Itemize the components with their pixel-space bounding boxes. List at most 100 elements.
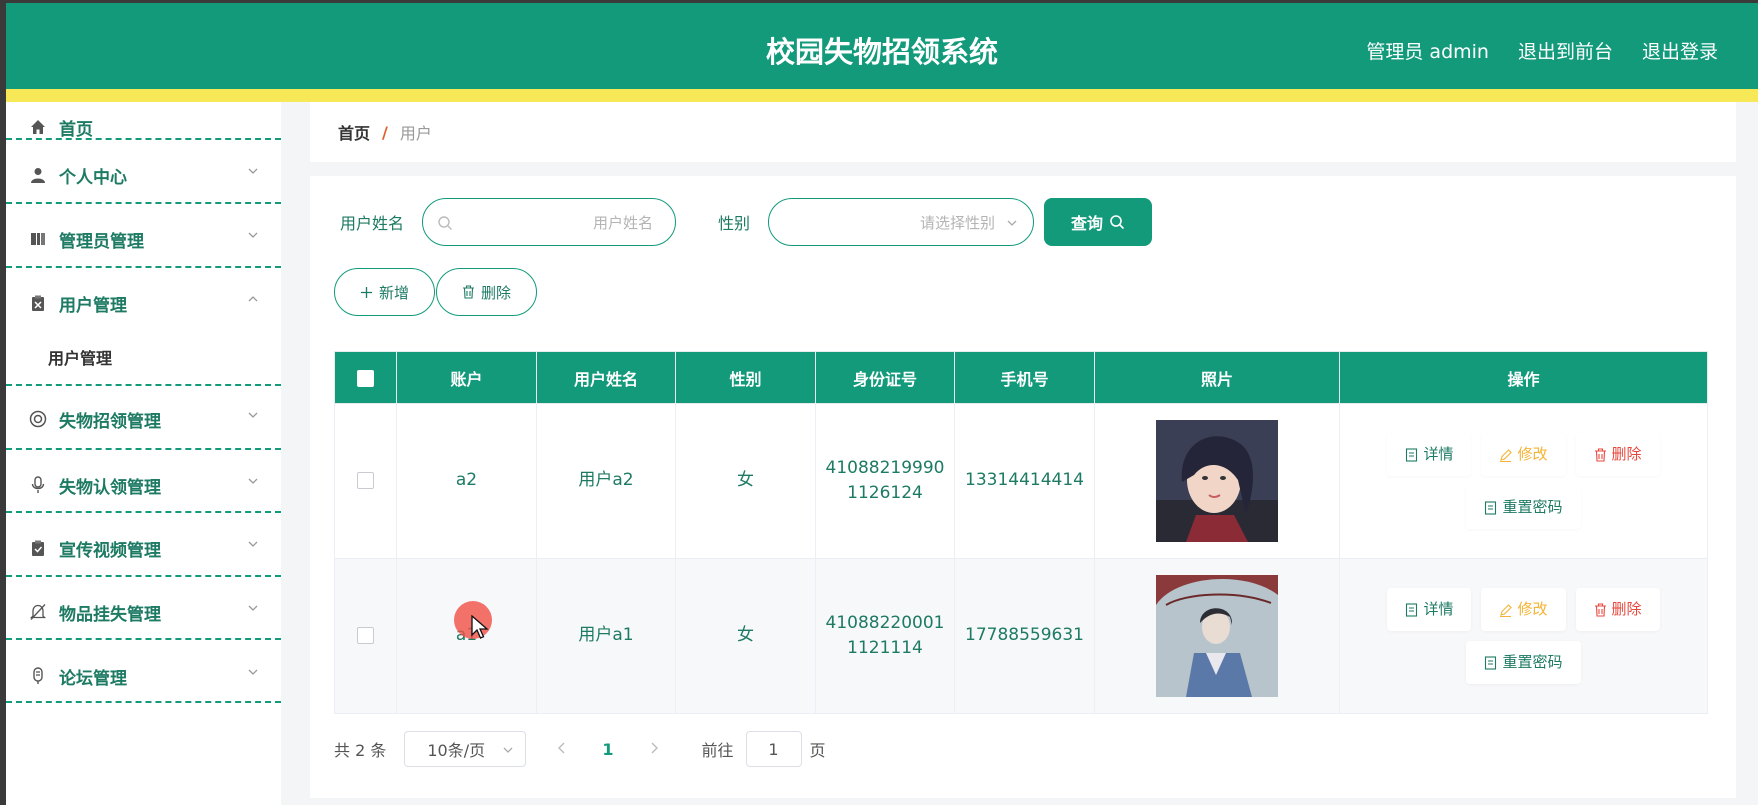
row-select-cell[interactable] — [334, 403, 397, 559]
user-photo[interactable] — [1156, 575, 1278, 697]
goto-suffix: 页 — [809, 741, 826, 760]
sidebar-item-label: 物品挂失管理 — [59, 604, 161, 625]
logout-link[interactable]: 退出登录 — [1642, 37, 1718, 64]
select-all-checkbox[interactable] — [357, 370, 374, 387]
row-checkbox[interactable] — [357, 471, 374, 489]
menu-divider — [6, 138, 281, 140]
table-header-row: 账户 用户姓名 性别 身份证号 手机号 照片 操作 — [334, 351, 1708, 404]
add-button-label: 新增 — [378, 283, 409, 302]
detail-button-label: 详情 — [1423, 445, 1454, 464]
id-number-line1: 41088220001 — [825, 612, 945, 633]
column-header: 性别 — [675, 351, 816, 404]
id-number-line2: 1126124 — [847, 483, 923, 503]
gender-cell: 女 — [675, 403, 816, 559]
chevron-right-icon — [651, 742, 658, 753]
query-button[interactable]: 查询 — [1044, 198, 1152, 246]
table-row: a2 用户a2 女 41088219990 1126124 13314414414 — [334, 403, 1708, 559]
reset-password-button[interactable]: 重置密码 — [1466, 641, 1581, 684]
reset-password-label: 重置密码 — [1502, 653, 1563, 672]
edit-button[interactable]: 修改 — [1481, 433, 1566, 476]
goto-page-input[interactable]: 1 — [745, 731, 802, 767]
page-number[interactable]: 1 — [602, 740, 613, 759]
breadcrumb-home[interactable]: 首页 — [338, 120, 370, 144]
row-select-cell[interactable] — [334, 558, 397, 714]
sidebar-item-video-management[interactable]: 宣传视频管理 — [6, 523, 281, 573]
edit-button[interactable]: 修改 — [1481, 588, 1566, 631]
account-cell: a2 — [396, 403, 537, 559]
next-page-button[interactable] — [648, 740, 660, 759]
menu-divider — [6, 511, 281, 513]
menu-divider — [6, 448, 281, 450]
menu-divider — [6, 701, 281, 703]
photo-cell — [1094, 558, 1340, 714]
total-count: 共 2 条 — [334, 741, 387, 760]
menu-divider — [6, 202, 281, 204]
exit-to-front-link[interactable]: 退出到前台 — [1518, 37, 1613, 64]
detail-button[interactable]: 详情 — [1387, 588, 1472, 631]
search-icon — [1110, 215, 1125, 230]
column-header: 账户 — [396, 351, 537, 404]
column-header: 操作 — [1339, 351, 1708, 404]
actions-cell: 详情 修改 删除 重置密码 — [1339, 558, 1708, 714]
id-number-line2: 1121114 — [847, 638, 923, 658]
document-icon — [1406, 447, 1418, 462]
document-icon — [1485, 500, 1497, 515]
clipboard-check-icon — [29, 539, 47, 557]
reset-password-button[interactable]: 重置密码 — [1466, 486, 1581, 529]
delete-button[interactable]: 删除 — [1575, 433, 1660, 476]
select-all-cell[interactable] — [334, 351, 397, 404]
clipboard-icon — [29, 294, 47, 312]
edit-button-label: 修改 — [1517, 600, 1548, 619]
chevron-down-icon — [248, 412, 258, 418]
sidebar-item-loss-report[interactable]: 物品挂失管理 — [6, 587, 281, 637]
delete-button-label: 删除 — [1611, 445, 1642, 464]
prev-page-button[interactable] — [556, 740, 568, 759]
add-button[interactable]: 新增 — [334, 268, 435, 316]
sidebar-item-user-management[interactable]: 用户管理 — [6, 278, 281, 328]
chevron-down-icon — [248, 232, 258, 238]
trash-icon — [1594, 447, 1606, 462]
chevron-down-icon — [1007, 220, 1017, 226]
gender-select[interactable]: 请选择性别 — [768, 198, 1034, 246]
page-size-select[interactable]: 10条/页 — [404, 731, 527, 767]
top-links: 管理员 admin 退出到前台 退出登录 — [1366, 37, 1718, 64]
name-search-placeholder: 用户姓名 — [592, 214, 653, 232]
menu-divider — [6, 266, 281, 268]
sidebar-item-forum-management[interactable]: 论坛管理 — [6, 651, 281, 701]
app-window: 校园失物招领系统 管理员 admin 退出到前台 退出登录 首页 个人中心 管理… — [6, 3, 1758, 805]
sidebar-item-label: 首页 — [59, 119, 93, 140]
delete-button[interactable]: 删除 — [1575, 588, 1660, 631]
column-header: 身份证号 — [815, 351, 955, 404]
name-search-input[interactable]: 用户姓名 — [422, 198, 676, 246]
book-icon — [29, 230, 47, 248]
lifebuoy-icon — [29, 410, 47, 428]
bell-off-icon — [29, 603, 47, 621]
microphone-icon — [29, 476, 47, 494]
user-photo[interactable] — [1156, 420, 1278, 542]
sidebar-item-home[interactable]: 首页 — [6, 102, 281, 152]
sidebar-item-lost-found[interactable]: 失物招领管理 — [6, 394, 281, 444]
document-icon — [1406, 602, 1418, 617]
edit-button-label: 修改 — [1517, 445, 1548, 464]
name-cell: 用户a2 — [536, 403, 676, 559]
row-checkbox[interactable] — [357, 626, 374, 644]
chevron-down-icon — [503, 747, 513, 753]
sidebar-item-claim-management[interactable]: 失物认领管理 — [6, 460, 281, 510]
delete-button-label: 删除 — [1611, 600, 1642, 619]
users-table: 账户 用户姓名 性别 身份证号 手机号 照片 操作 a2 用户a2 女 4108… — [334, 351, 1708, 714]
top-bar: 校园失物招领系统 管理员 admin 退出到前台 退出登录 — [6, 3, 1758, 89]
batch-delete-button[interactable]: 删除 — [436, 268, 537, 316]
table-row: a1 用户a1 女 410882200011121114 17788559631 — [334, 558, 1708, 714]
pagination: 共 2 条 10条/页 1 前往 1 页 — [334, 731, 826, 767]
name-cell: 用户a1 — [536, 558, 676, 714]
detail-button[interactable]: 详情 — [1387, 433, 1472, 476]
batch-delete-button-label: 删除 — [480, 283, 511, 302]
menu-divider — [6, 638, 281, 640]
sidebar-subitem-user-management[interactable]: 用户管理 — [6, 335, 281, 379]
admin-label[interactable]: 管理员 admin — [1366, 37, 1489, 64]
chevron-up-icon — [248, 296, 258, 302]
gender-cell: 女 — [675, 558, 816, 714]
trash-icon — [462, 285, 474, 299]
sidebar-item-admin-management[interactable]: 管理员管理 — [6, 214, 281, 264]
sidebar-item-personal-center[interactable]: 个人中心 — [6, 150, 281, 200]
